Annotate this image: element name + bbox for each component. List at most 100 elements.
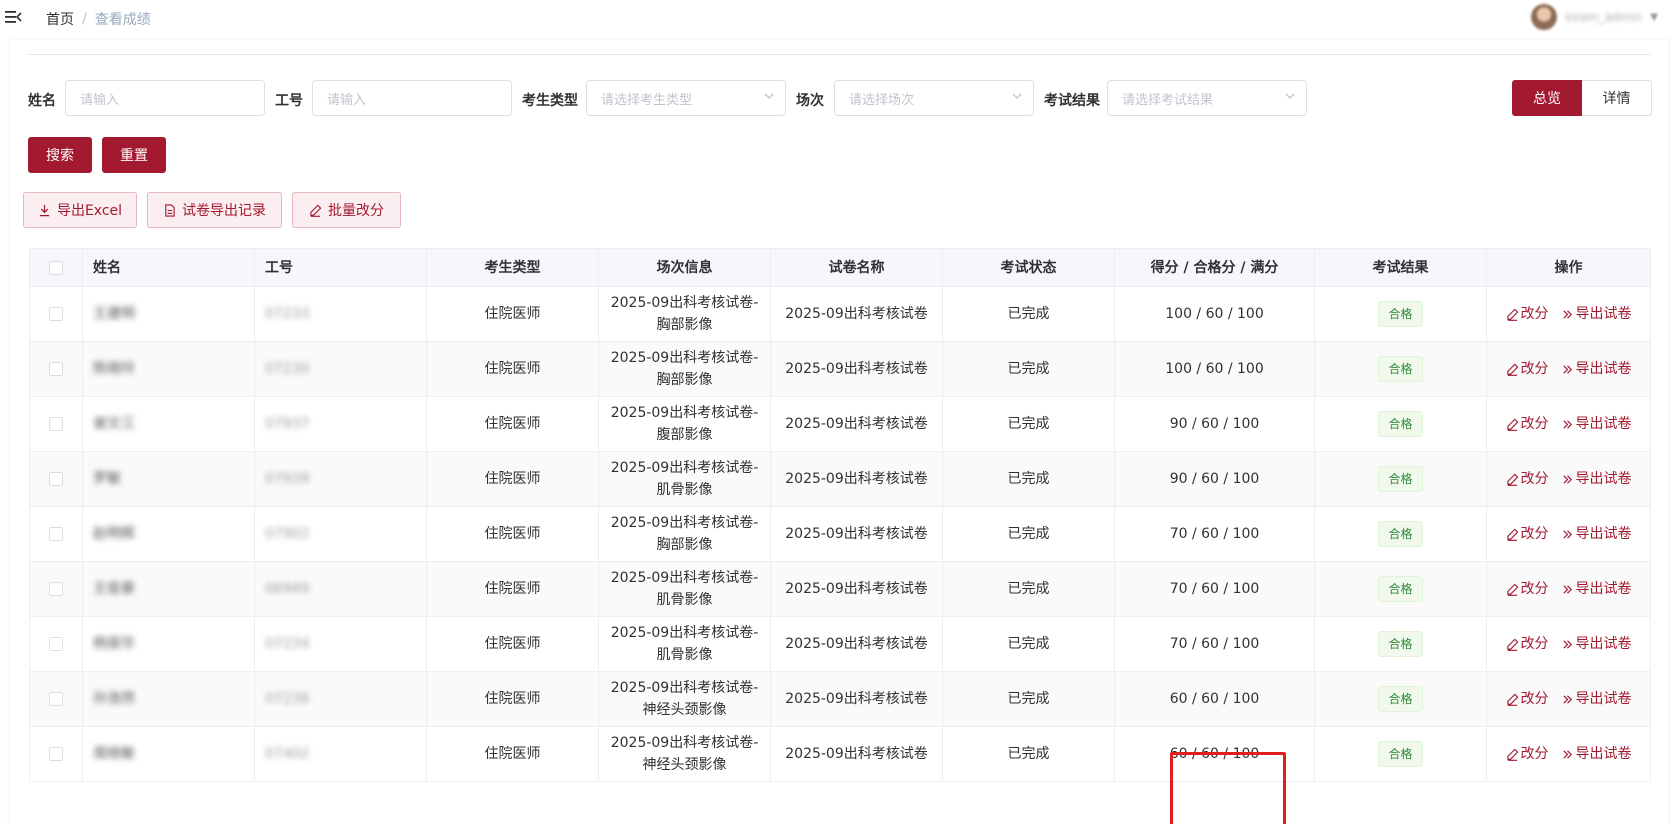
session-cell: 2025-09出科考核试卷- 胸部影像 <box>599 342 771 397</box>
export-paper-link[interactable]: 导出试卷 <box>1561 578 1632 600</box>
double-chevron-right-icon <box>1562 694 1572 704</box>
row-checkbox[interactable] <box>49 637 63 651</box>
paper-cell: 2025-09出科考核试卷 <box>771 507 943 562</box>
avatar[interactable] <box>1531 4 1558 30</box>
result-select[interactable]: 请选择考试结果 <box>1107 80 1307 116</box>
export-paper-link[interactable]: 导出试卷 <box>1561 688 1632 710</box>
id-cell: 07233 <box>255 287 427 342</box>
export-excel-button[interactable]: 导出Excel <box>23 192 137 228</box>
student-name: 王俊豪 <box>93 581 135 597</box>
session-cell: 2025-09出科考核试卷- 腹部影像 <box>599 397 771 452</box>
batch-grade-button[interactable]: 批量改分 <box>292 192 401 228</box>
view-toggle: 总览 详情 <box>1512 80 1652 116</box>
export-paper-link[interactable]: 导出试卷 <box>1561 523 1632 545</box>
edit-icon <box>1506 308 1518 321</box>
edit-score-label: 改分 <box>1520 416 1549 432</box>
row-select-cell <box>30 672 83 727</box>
student-name: 赵明辉 <box>93 526 135 542</box>
edit-icon <box>1506 693 1518 706</box>
type-select[interactable]: 请选择考生类型 <box>586 80 786 116</box>
edit-score-link[interactable]: 改分 <box>1506 743 1549 765</box>
row-select-cell <box>30 397 83 452</box>
row-checkbox[interactable] <box>49 582 63 596</box>
paper-cell: 2025-09出科考核试卷 <box>771 727 943 782</box>
session-cell: 2025-09出科考核试卷- 胸部影像 <box>599 287 771 342</box>
detail-toggle-button[interactable]: 详情 <box>1582 80 1652 116</box>
status-cell: 已完成 <box>943 452 1115 507</box>
ops-cell: 改分 导出试卷 <box>1487 342 1651 397</box>
session-line-2: 神经头颈影像 <box>642 702 727 718</box>
row-checkbox[interactable] <box>49 692 63 706</box>
edit-score-link[interactable]: 改分 <box>1506 523 1549 545</box>
edit-score-link[interactable]: 改分 <box>1506 358 1549 380</box>
header-session: 场次信息 <box>599 249 771 287</box>
row-checkbox[interactable] <box>49 527 63 541</box>
menu-fold-icon[interactable] <box>4 8 22 26</box>
row-checkbox[interactable] <box>49 417 63 431</box>
score-cell: 70 / 60 / 100 <box>1115 562 1315 617</box>
edit-score-link[interactable]: 改分 <box>1506 688 1549 710</box>
overview-toggle-button[interactable]: 总览 <box>1512 80 1582 116</box>
type-cell: 住院医师 <box>427 727 599 782</box>
student-id: 07236 <box>265 691 310 707</box>
student-name: 罗敏 <box>93 471 121 487</box>
double-chevron-right-icon <box>1562 584 1572 594</box>
table-row: 罗敏 07939 住院医师 2025-09出科考核试卷- 肌骨影像 2025-09… <box>30 452 1651 507</box>
export-paper-link[interactable]: 导出试卷 <box>1561 413 1632 435</box>
student-id: 07233 <box>265 306 310 322</box>
session-select[interactable]: 请选择场次 <box>834 80 1034 116</box>
chevron-down-icon <box>764 93 774 99</box>
pass-tag: 合格 <box>1378 631 1423 657</box>
edit-score-link[interactable]: 改分 <box>1506 633 1549 655</box>
row-checkbox[interactable] <box>49 307 63 321</box>
id-cell: 07230 <box>255 342 427 397</box>
header-score: 得分 / 合格分 / 满分 <box>1115 249 1315 287</box>
row-checkbox[interactable] <box>49 747 63 761</box>
edit-score-link[interactable]: 改分 <box>1506 468 1549 490</box>
session-cell: 2025-09出科考核试卷- 胸部影像 <box>599 507 771 562</box>
select-all-checkbox[interactable] <box>49 260 63 275</box>
caret-down-icon[interactable]: ▼ <box>1650 12 1658 23</box>
name-input[interactable]: 请输入 <box>65 80 265 116</box>
export-paper-label: 导出试卷 <box>1575 581 1632 597</box>
edit-score-link[interactable]: 改分 <box>1506 303 1549 325</box>
status-cell: 已完成 <box>943 617 1115 672</box>
result-cell: 合格 <box>1315 397 1487 452</box>
student-id: 07902 <box>265 526 310 542</box>
export-paper-link[interactable]: 导出试卷 <box>1561 358 1632 380</box>
edit-score-link[interactable]: 改分 <box>1506 578 1549 600</box>
id-input[interactable]: 请输入 <box>312 80 512 116</box>
status-cell: 已完成 <box>943 287 1115 342</box>
export-paper-link[interactable]: 导出试卷 <box>1561 633 1632 655</box>
result-cell: 合格 <box>1315 562 1487 617</box>
reset-button[interactable]: 重置 <box>102 137 166 173</box>
chevron-down-icon <box>1285 93 1295 99</box>
export-paper-link[interactable]: 导出试卷 <box>1561 468 1632 490</box>
name-cell: 陈晓玲 <box>83 342 255 397</box>
user-name[interactable]: exam_admin <box>1565 10 1642 24</box>
export-paper-link[interactable]: 导出试卷 <box>1561 303 1632 325</box>
session-select-placeholder: 请选择场次 <box>849 92 915 108</box>
session-line-2: 腹部影像 <box>656 427 713 443</box>
session-line-1: 2025-09出科考核试卷- <box>610 625 759 641</box>
name-cell: 王建明 <box>83 287 255 342</box>
edit-icon <box>1506 473 1518 486</box>
session-line-1: 2025-09出科考核试卷- <box>610 460 759 476</box>
export-paper-link[interactable]: 导出试卷 <box>1561 743 1632 765</box>
search-button[interactable]: 搜索 <box>28 137 92 173</box>
export-records-button[interactable]: 试卷导出记录 <box>147 192 282 228</box>
id-cell: 06949 <box>255 562 427 617</box>
status-cell: 已完成 <box>943 562 1115 617</box>
breadcrumb-separator: / <box>82 11 87 27</box>
type-select-placeholder: 请选择考生类型 <box>601 92 693 108</box>
row-checkbox[interactable] <box>49 362 63 376</box>
ops-cell: 改分 导出试卷 <box>1487 452 1651 507</box>
edit-score-link[interactable]: 改分 <box>1506 413 1549 435</box>
user-menu[interactable]: exam_admin ▼ <box>1531 4 1658 30</box>
breadcrumb-home[interactable]: 首页 <box>46 9 74 29</box>
table-header: 姓名 工号 考生类型 场次信息 试卷名称 考试状态 得分 / 合格分 / 满分 … <box>30 249 1651 287</box>
pass-tag: 合格 <box>1378 356 1423 382</box>
row-checkbox[interactable] <box>49 472 63 486</box>
result-cell: 合格 <box>1315 342 1487 397</box>
session-cell: 2025-09出科考核试卷- 神经头颈影像 <box>599 727 771 782</box>
